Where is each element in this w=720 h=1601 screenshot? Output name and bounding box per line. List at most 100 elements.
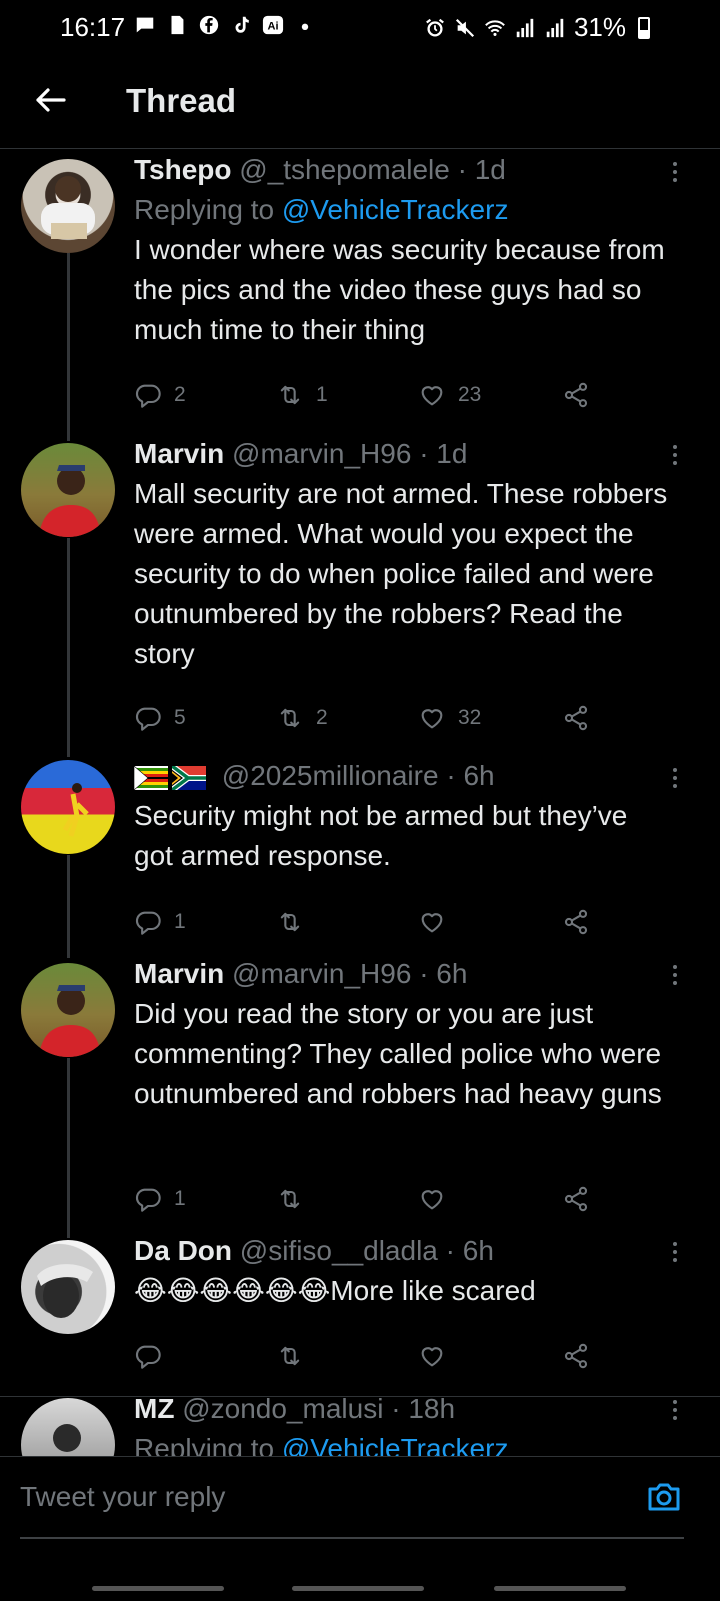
author-handle[interactable]: @sifiso__dladla (240, 1235, 438, 1266)
reply-icon (134, 1185, 162, 1213)
retweet-button[interactable] (276, 1181, 316, 1217)
avatar[interactable] (21, 1240, 115, 1334)
tweet-text: I wonder where was security because from… (134, 234, 665, 345)
tweet-text: 😂😂😂😂😂😂More like scared (134, 1275, 536, 1306)
retweet-icon (276, 1342, 304, 1370)
more-options-icon[interactable] (670, 1240, 680, 1264)
back-arrow-icon[interactable] (30, 80, 70, 120)
page-title: Thread (126, 82, 237, 119)
retweet-count: 1 (316, 383, 328, 406)
reply-bar: Tweet your reply (0, 1456, 720, 1601)
like-button[interactable] (418, 1181, 458, 1217)
signal-icon (546, 18, 564, 37)
south-africa-flag-icon (172, 765, 206, 790)
reply-button[interactable] (134, 1338, 174, 1374)
tweet-time: 6h (462, 1235, 494, 1266)
thread-line (67, 1058, 70, 1238)
battery-icon (638, 16, 650, 39)
author-handle[interactable]: @marvin_H96 (232, 958, 411, 989)
like-count: 32 (458, 706, 482, 729)
tweet-actions (134, 1338, 604, 1374)
nav-home-button[interactable] (292, 1586, 424, 1591)
reply-count: 1 (174, 910, 186, 933)
author-name[interactable]: Da Don (134, 1235, 232, 1266)
reply-button[interactable]: 5 (134, 700, 186, 736)
avatar[interactable] (21, 963, 115, 1057)
nav-recents-button[interactable] (92, 1586, 224, 1591)
message-icon (136, 17, 154, 33)
tweet-time: 1d (436, 438, 468, 469)
more-options-icon[interactable] (670, 963, 680, 987)
share-button[interactable] (562, 700, 590, 736)
retweet-button[interactable] (276, 904, 316, 940)
more-options-icon[interactable] (670, 443, 680, 467)
heart-icon (418, 1342, 446, 1370)
author-handle[interactable]: @2025millionaire (222, 760, 439, 791)
reply-icon (134, 908, 162, 936)
avatar[interactable] (21, 159, 115, 253)
avatar[interactable] (21, 443, 115, 537)
retweet-button[interactable]: 2 (276, 700, 328, 736)
reply-count: 1 (174, 1187, 186, 1210)
heart-icon (418, 908, 446, 936)
like-button[interactable]: 23 (418, 377, 481, 413)
share-icon (562, 1185, 590, 1213)
heart-icon (418, 704, 446, 732)
like-button[interactable] (418, 904, 458, 940)
reply-icon (134, 1342, 162, 1370)
reply-button[interactable]: 2 (134, 377, 186, 413)
share-icon (562, 908, 590, 936)
tweet-text: Mall security are not armed. These robbe… (134, 478, 668, 669)
replying-to-label: Replying to (134, 194, 275, 225)
like-count: 23 (458, 383, 482, 406)
facebook-icon (199, 15, 219, 35)
nav-back-button[interactable] (494, 1586, 626, 1591)
retweet-button[interactable] (276, 1338, 316, 1374)
sim-icon (171, 15, 184, 35)
more-options-icon[interactable] (670, 766, 680, 790)
separator-dot: · (445, 1235, 455, 1266)
share-icon (562, 1342, 590, 1370)
avatar[interactable] (21, 760, 115, 854)
thread-line (67, 538, 70, 757)
header: Thread (0, 60, 720, 149)
system-navigation-bar (0, 1586, 720, 1592)
tweet-actions: 1 (134, 904, 604, 940)
reply-icon (134, 381, 162, 409)
dot-icon (301, 23, 309, 31)
wifi-icon (485, 19, 505, 36)
more-options-icon[interactable] (670, 160, 680, 184)
share-button[interactable] (562, 377, 590, 413)
share-button[interactable] (562, 904, 590, 940)
reply-count: 5 (174, 706, 186, 729)
heart-icon (418, 1185, 446, 1213)
share-icon (562, 704, 590, 732)
reply-button[interactable]: 1 (134, 904, 186, 940)
like-button[interactable]: 32 (418, 700, 481, 736)
author-name[interactable]: Marvin (134, 958, 224, 989)
battery-percent: 31% (573, 12, 626, 42)
share-button[interactable] (562, 1338, 590, 1374)
retweet-icon (276, 1185, 304, 1213)
more-options-icon[interactable] (670, 1398, 680, 1422)
thread-line (67, 253, 70, 441)
author-name[interactable]: Tshepo (134, 154, 231, 185)
reply-button[interactable]: 1 (134, 1181, 186, 1217)
like-button[interactable] (418, 1338, 458, 1374)
reply-input[interactable]: Tweet your reply (20, 1481, 620, 1521)
author-handle[interactable]: @zondo_malusi (182, 1393, 383, 1424)
ai-icon: Ai (262, 15, 284, 35)
tweet-time: 6h (436, 958, 468, 989)
replying-to-mention[interactable]: @VehicleTrackerz (282, 194, 509, 225)
author-name[interactable]: MZ (134, 1393, 174, 1424)
author-handle[interactable]: @marvin_H96 (232, 438, 411, 469)
retweet-count: 2 (316, 706, 328, 729)
camera-icon[interactable] (644, 1477, 684, 1517)
tweet-time: 6h (463, 760, 495, 791)
share-button[interactable] (562, 1181, 590, 1217)
tweet-actions: 2 1 23 (134, 377, 604, 413)
author-handle[interactable]: @_tshepomalele (239, 154, 450, 185)
retweet-button[interactable]: 1 (276, 377, 328, 413)
author-name[interactable]: Marvin (134, 438, 224, 469)
separator-dot: · (457, 154, 467, 185)
